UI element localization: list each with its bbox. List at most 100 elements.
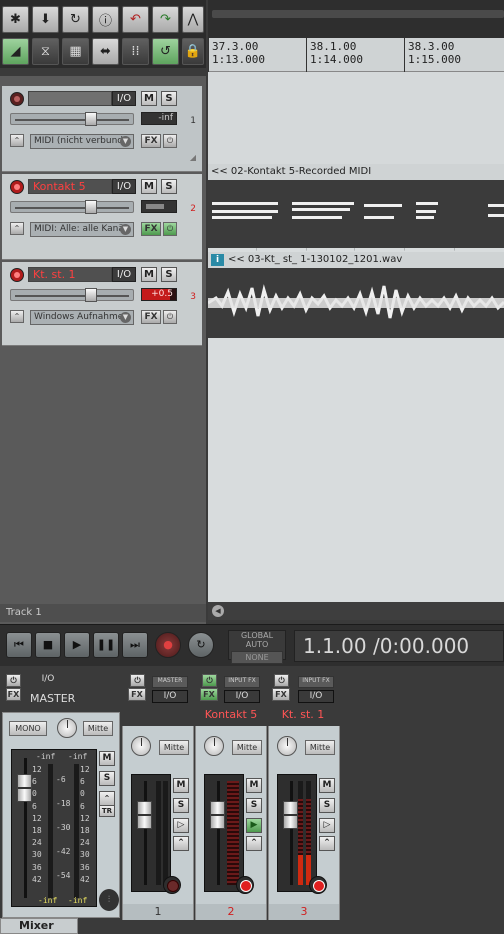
record-arm-button[interactable] xyxy=(10,92,24,106)
mute-button[interactable]: M xyxy=(141,91,157,106)
master-eq-icon[interactable]: ⫶ xyxy=(99,889,119,911)
track-1[interactable]: I/O M S -inf ⌃ MIDI (nicht verbund ▼ FX ⏻… xyxy=(2,86,202,172)
new-project-icon[interactable]: ✱ xyxy=(2,6,29,33)
volume-fader[interactable] xyxy=(10,288,134,302)
fx-power-icon[interactable]: ⏻ xyxy=(163,222,177,236)
fx-power-icon[interactable]: ⏻ xyxy=(163,134,177,148)
input-select[interactable]: MIDI (nicht verbund ▼ xyxy=(30,134,134,149)
volume-fader[interactable] xyxy=(277,774,317,892)
tr-button[interactable]: TR xyxy=(99,805,115,817)
crossfade-icon[interactable]: ↺ xyxy=(152,38,179,65)
envelope-icon[interactable]: ⌃ xyxy=(10,222,24,235)
volume-fader[interactable] xyxy=(131,774,171,892)
solo-button[interactable]: S xyxy=(246,798,262,813)
volume-fader[interactable] xyxy=(10,112,134,126)
io-button[interactable]: I/O xyxy=(112,267,136,282)
envelope-icon[interactable]: ⌃ xyxy=(10,310,24,323)
reload-icon[interactable]: ↻ xyxy=(62,6,89,33)
scroll-left-icon[interactable]: ◀ xyxy=(212,605,224,617)
input-select[interactable]: MIDI: Alle: alle Kanä ▼ xyxy=(30,222,134,237)
envelope-icon[interactable]: ⌃ xyxy=(319,836,335,851)
resize-grip-icon[interactable]: ◢ xyxy=(186,152,200,165)
strip-io-button[interactable]: I/O xyxy=(152,690,188,703)
input-select[interactable]: Windows Aufnahme ▼ xyxy=(30,310,134,325)
master-io-button[interactable]: I/O xyxy=(30,674,66,687)
record-arm-button[interactable] xyxy=(309,876,327,894)
fx-button[interactable]: FX xyxy=(141,310,161,324)
track-name[interactable]: Kt. st. 1 xyxy=(28,267,112,282)
solo-button[interactable]: S xyxy=(161,91,177,106)
master-fader-knob[interactable] xyxy=(17,774,32,802)
audio-item[interactable]: << 03-Kt_ st_ 1-130102_1201.wav i xyxy=(208,252,504,338)
strip-fx-button[interactable]: FX xyxy=(200,688,218,701)
empty-arrange-area[interactable] xyxy=(208,338,504,602)
solo-button[interactable]: S xyxy=(319,798,335,813)
master-power-icon[interactable]: ⏻ xyxy=(6,674,21,687)
go-start-icon[interactable]: ⏮ xyxy=(6,632,32,658)
mute-button[interactable]: M xyxy=(141,179,157,194)
record-arm-button[interactable] xyxy=(236,876,254,894)
io-button[interactable]: I/O xyxy=(112,91,136,106)
volume-fader[interactable] xyxy=(204,774,244,892)
project-settings-icon[interactable]: ⓘ xyxy=(92,6,119,33)
horizontal-scrollbar[interactable]: ◀ xyxy=(208,602,504,620)
lock-icon[interactable]: 🔒 xyxy=(182,38,204,65)
solo-button[interactable]: S xyxy=(173,798,189,813)
fader-knob[interactable] xyxy=(283,801,298,829)
strip-fx-button[interactable]: FX xyxy=(128,688,146,701)
play-icon[interactable]: ▷ xyxy=(319,818,335,833)
pan-knob[interactable] xyxy=(131,736,151,756)
fader-knob[interactable] xyxy=(137,801,152,829)
mute-button[interactable]: M xyxy=(246,778,262,793)
metronome-icon[interactable]: ⋀ xyxy=(182,6,204,33)
envelope-icon[interactable]: ⌃ xyxy=(99,791,115,806)
grid-icon[interactable]: ▦ xyxy=(62,38,89,65)
envelope-icon[interactable]: ⌃ xyxy=(10,134,24,147)
midi-item[interactable]: << 02-Kontakt 5-Recorded MIDI xyxy=(208,164,504,248)
arrange-view[interactable]: << 02-Kontakt 5-Recorded MIDI << 03-Kt_ … xyxy=(208,72,504,602)
record-arm-button[interactable] xyxy=(10,180,24,194)
undo-icon[interactable]: ↶ xyxy=(122,6,149,33)
play-icon[interactable]: ▶ xyxy=(246,818,262,833)
record-icon[interactable]: ● xyxy=(155,632,181,658)
save-project-icon[interactable]: ⬇ xyxy=(32,6,59,33)
envelope-icon[interactable]: ⌃ xyxy=(246,836,262,851)
fader-knob[interactable] xyxy=(210,801,225,829)
move-envelope-icon[interactable]: ⁞⁞ xyxy=(122,38,149,65)
pause-icon[interactable]: ❚❚ xyxy=(93,632,119,658)
track-name[interactable] xyxy=(28,91,112,106)
global-automation[interactable]: GLOBAL AUTO NONE xyxy=(228,630,286,664)
pan-knob[interactable] xyxy=(57,718,77,738)
solo-button[interactable]: S xyxy=(161,267,177,282)
io-button[interactable]: I/O xyxy=(112,179,136,194)
track-3[interactable]: Kt. st. 1 I/O M S +0.5 ⌃ Windows Aufnahm… xyxy=(2,262,202,346)
record-arm-button[interactable] xyxy=(163,876,181,894)
mute-button[interactable]: M xyxy=(319,778,335,793)
strip-power-icon[interactable]: ⏻ xyxy=(202,674,217,687)
volume-fader[interactable] xyxy=(10,200,134,214)
strip-power-icon[interactable]: ⏻ xyxy=(274,674,289,687)
fx-power-icon[interactable]: ⏻ xyxy=(163,310,177,324)
strip-name[interactable]: Kontakt 5 xyxy=(196,708,266,721)
fx-button[interactable]: FX xyxy=(141,134,161,148)
solo-button[interactable]: S xyxy=(161,179,177,194)
strip-io-button[interactable]: I/O xyxy=(224,690,260,703)
item-lock-icon[interactable]: ⬌ xyxy=(92,38,119,65)
record-arm-button[interactable] xyxy=(10,268,24,282)
mixer-tab[interactable]: Mixer ✕ xyxy=(0,918,78,934)
pan-knob[interactable] xyxy=(277,736,297,756)
play-icon[interactable]: ▶ xyxy=(64,632,90,658)
mute-button[interactable]: M xyxy=(141,267,157,282)
strip-power-icon[interactable]: ⏻ xyxy=(130,674,145,687)
track-name[interactable]: Kontakt 5 xyxy=(28,179,112,194)
redo-icon[interactable]: ↷ xyxy=(152,6,179,33)
strip-name[interactable]: Kt. st. 1 xyxy=(268,708,338,721)
snap-icon[interactable]: ◢ xyxy=(2,38,29,65)
global-auto-mode[interactable]: NONE xyxy=(231,651,283,664)
play-icon[interactable]: ▷ xyxy=(173,818,189,833)
stop-icon[interactable]: ■ xyxy=(35,632,61,658)
envelope-icon[interactable]: ⌃ xyxy=(173,836,189,851)
ripple-icon[interactable]: ⧖ xyxy=(32,38,59,65)
track-2[interactable]: Kontakt 5 I/O M S ⌃ MIDI: Alle: alle Kan… xyxy=(2,174,202,260)
strip-fx-button[interactable]: FX xyxy=(272,688,290,701)
